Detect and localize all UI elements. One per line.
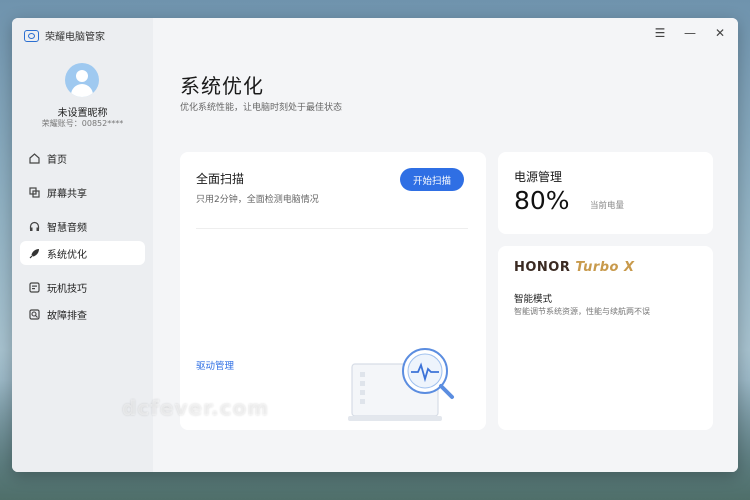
sidebar-item-label: 屏幕共享 (47, 188, 87, 200)
power-management-card[interactable]: 电源管理 80% 当前电量 (498, 152, 713, 234)
turbo-mode: 智能模式 (514, 294, 553, 305)
sidebar-item-home[interactable]: 首页 (20, 146, 145, 170)
screen-share-icon (28, 186, 40, 198)
honor-turbo-logo: HONOR Turbo X (514, 260, 635, 275)
close-icon[interactable]: ✕ (714, 26, 726, 40)
scan-description: 只用2分钟，全面检测电脑情况 (196, 195, 319, 205)
page-subtitle: 优化系统性能，让电脑时刻处于最佳状态 (180, 103, 343, 113)
sidebar-item-label: 智慧音频 (47, 222, 87, 234)
user-account: 荣耀账号：00852**** (41, 119, 124, 128)
sidebar-item-label: 首页 (47, 154, 67, 166)
laptop-scan-illustration-icon (348, 348, 454, 421)
app-logo-icon (24, 29, 39, 42)
turbo-model: Turbo X (575, 260, 635, 275)
app-name: 荣耀电脑管家 (45, 32, 105, 43)
window-controls: ☰ — ✕ (654, 26, 726, 40)
sidebar-item-label: 故障排查 (47, 310, 87, 322)
home-icon (28, 152, 40, 164)
sidebar-item-label: 系统优化 (47, 249, 87, 261)
minimize-icon[interactable]: — (684, 26, 696, 40)
turbo-description: 智能调节系统资源，性能与续航两不误 (514, 307, 650, 316)
app-brand: 荣耀电脑管家 (24, 28, 105, 43)
sidebar-nav: 首页 屏幕共享 智慧音频 系统优化 玩机技巧 故障排查 (20, 146, 145, 329)
driver-management-link[interactable]: 驱动管理 (196, 358, 234, 372)
watermark: dcfever.com (122, 396, 270, 420)
rocket-icon (28, 247, 40, 259)
troubleshoot-icon (28, 308, 40, 320)
scan-title: 全面扫描 (196, 172, 245, 186)
full-scan-card: 全面扫描 只用2分钟，全面检测电脑情况 开始扫描 驱动管理 (180, 152, 486, 430)
sidebar-item-screen-share[interactable]: 屏幕共享 (20, 180, 145, 204)
app-window: 荣耀电脑管家 未设置昵称 荣耀账号：00852**** 首页 屏幕共享 智慧音频… (12, 18, 738, 472)
sidebar-item-system-optimize[interactable]: 系统优化 (20, 241, 145, 265)
sidebar-item-audio[interactable]: 智慧音频 (20, 214, 145, 238)
page-title: 系统优化 (180, 74, 264, 98)
headphones-icon (28, 220, 40, 232)
turbo-x-card[interactable]: HONOR Turbo X 智能模式 智能调节系统资源，性能与续航两不误 (498, 246, 713, 430)
user-nickname[interactable]: 未设置昵称 (12, 104, 153, 119)
battery-level: 80% (514, 186, 570, 215)
power-title: 电源管理 (514, 170, 563, 184)
menu-icon[interactable]: ☰ (654, 26, 666, 40)
start-scan-button[interactable]: 开始扫描 (400, 168, 464, 191)
divider (196, 228, 468, 229)
sidebar-item-label: 玩机技巧 (47, 283, 87, 295)
sidebar-item-tips[interactable]: 玩机技巧 (20, 275, 145, 299)
battery-label: 当前电量 (590, 201, 625, 211)
brand-name: HONOR (514, 260, 571, 275)
tips-icon (28, 281, 40, 293)
sidebar-item-troubleshoot[interactable]: 故障排查 (20, 302, 145, 326)
avatar[interactable] (65, 63, 99, 97)
